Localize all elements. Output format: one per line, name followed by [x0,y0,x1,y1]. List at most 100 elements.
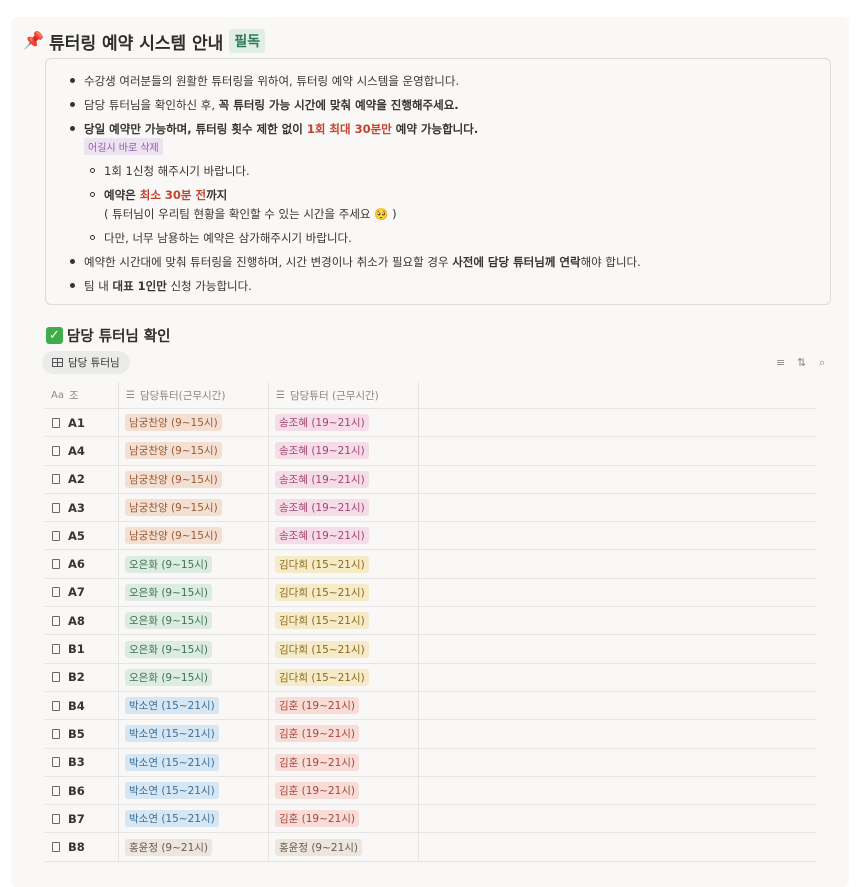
tutor2-cell[interactable]: 김다희 (15~21시) [275,664,369,691]
tutor1-cell[interactable]: 박소연 (15~21시) [125,720,219,747]
sort-icon[interactable]: ⇅ [797,356,806,369]
tutor2-tag: 김훈 (19~21시) [275,810,360,828]
tutor1-cell[interactable]: 홍윤정 (9~21시) [125,833,213,860]
tutor1-cell[interactable]: 남궁찬양 (9~15시) [125,522,222,549]
tutor1-cell[interactable]: 남궁찬양 (9~15시) [125,494,222,521]
tutor1-cell[interactable]: 박소연 (15~21시) [125,749,219,776]
tutor1-tag: 박소연 (15~21시) [125,725,219,743]
table-row[interactable]: B5 박소연 (15~21시) 김훈 (19~21시) [45,720,816,749]
tutor1-cell[interactable]: 남궁찬양 (9~15시) [125,437,222,464]
notice-line-5-tail: 신청 가능합니다. [166,279,252,293]
group-cell[interactable]: B6 [52,777,85,804]
group-cell[interactable]: B4 [52,692,85,719]
tutor2-cell[interactable]: 김다희 (15~21시) [275,579,369,606]
tutor1-cell[interactable]: 오은화 (9~15시) [125,607,213,634]
group-name: A3 [68,500,85,515]
tutor2-cell[interactable]: 송조혜 (19~21시) [275,494,369,521]
table-row[interactable]: A3 남궁찬양 (9~15시) 송조혜 (19~21시) [45,493,816,523]
tutor1-tag: 오은화 (9~15시) [125,640,213,658]
tutor2-cell[interactable]: 송조혜 (19~21시) [275,522,369,549]
sub-line-2-tail: 까지 [206,188,228,202]
group-name: B8 [68,840,85,855]
tutor2-cell[interactable]: 김훈 (19~21시) [275,805,360,832]
tutor1-cell[interactable]: 남궁찬양 (9~15시) [125,409,222,436]
group-cell[interactable]: A1 [52,409,85,436]
group-cell[interactable]: B2 [52,664,85,691]
tutor1-tag: 박소연 (15~21시) [125,753,219,771]
group-cell[interactable]: A7 [52,579,85,606]
group-cell[interactable]: A4 [52,437,85,464]
group-name: B6 [68,783,85,798]
table-row[interactable]: B3 박소연 (15~21시) 김훈 (19~21시) [45,748,816,777]
table-row[interactable]: A2 남궁찬양 (9~15시) 송조혜 (19~21시) [45,465,816,494]
table-row[interactable]: A7 오은화 (9~15시) 김다희 (15~21시) [45,578,816,608]
tutor2-cell[interactable]: 홍윤정 (9~21시) [275,833,363,860]
group-cell[interactable]: B1 [52,635,85,662]
tutor2-cell[interactable]: 김훈 (19~21시) [275,720,360,747]
filter-icon[interactable]: ≡ [776,356,785,369]
tutor1-cell[interactable]: 남궁찬양 (9~15시) [125,466,222,493]
column-divider [118,522,119,550]
tutor2-cell[interactable]: 송조혜 (19~21시) [275,409,369,436]
group-name: A2 [68,472,85,487]
tutor1-cell[interactable]: 오은화 (9~15시) [125,635,213,662]
table-row[interactable]: B4 박소연 (15~21시) 김훈 (19~21시) [45,691,816,721]
tutor2-cell[interactable]: 김훈 (19~21시) [275,777,360,804]
column-header-tutor1-label: 담당튜터(근무시간) [139,389,226,402]
column-divider [268,382,269,408]
table-row[interactable]: B2 오은화 (9~15시) 김다희 (15~21시) [45,663,816,692]
table-row[interactable]: A6 오은화 (9~15시) 김다희 (15~21시) [45,550,816,579]
tutor1-cell[interactable]: 오은화 (9~15시) [125,579,213,606]
group-cell[interactable]: A2 [52,466,85,493]
column-divider [268,578,269,607]
tutor2-cell[interactable]: 김다희 (15~21시) [275,635,369,662]
tutor1-cell[interactable]: 오은화 (9~15시) [125,550,213,577]
tutor2-cell[interactable]: 송조혜 (19~21시) [275,437,369,464]
sub-line-1: 1회 1신청 해주시기 바랍니다. [104,164,250,178]
group-cell[interactable]: A8 [52,607,85,634]
tutor1-cell[interactable]: 오은화 (9~15시) [125,664,213,691]
tutor1-cell[interactable]: 박소연 (15~21시) [125,692,219,719]
group-cell[interactable]: B3 [52,749,85,776]
notice-line-4-tail: 해야 합니다. [580,255,641,269]
table-row[interactable]: A4 남궁찬양 (9~15시) 송조혜 (19~21시) [45,437,816,466]
group-cell[interactable]: B5 [52,720,85,747]
column-header-group[interactable]: Aa 조 [51,382,79,408]
column-header-tutor2[interactable]: ☰ 담당튜터 (근무시간) [276,382,379,408]
column-divider [268,465,269,493]
tutor2-cell[interactable]: 김훈 (19~21시) [275,749,360,776]
group-cell[interactable]: A5 [52,522,85,549]
tutor2-tag: 송조혜 (19~21시) [275,470,369,488]
group-cell[interactable]: B7 [52,805,85,832]
table-row[interactable]: A1 남궁찬양 (9~15시) 송조혜 (19~21시) [45,409,816,438]
sub-bullet [90,168,95,173]
table-view-icon [52,358,63,367]
view-tab-tutors[interactable]: 담당 튜터님 [42,351,130,374]
table-row[interactable]: B7 박소연 (15~21시) 김훈 (19~21시) [45,805,816,834]
table-row[interactable]: A8 오은화 (9~15시) 김다희 (15~21시) [45,607,816,636]
tutor2-cell[interactable]: 김훈 (19~21시) [275,692,360,719]
notice-line-2-text: 담당 튜터님을 확인하신 후, [84,98,219,112]
group-cell[interactable]: A6 [52,550,85,577]
page-header: 📌 튜터링 예약 시스템 안내 필독 [23,28,266,54]
tutor1-cell[interactable]: 박소연 (15~21시) [125,777,219,804]
table-row[interactable]: B8 홍윤정 (9~21시) 홍윤정 (9~21시) [45,833,816,862]
group-cell[interactable]: B8 [52,833,85,860]
column-divider [118,691,119,720]
group-cell[interactable]: A3 [52,494,85,521]
must-read-badge: 필독 [229,29,266,53]
tutor2-cell[interactable]: 김다희 (15~21시) [275,607,369,634]
column-divider [418,550,419,578]
tutor2-cell[interactable]: 송조혜 (19~21시) [275,466,369,493]
tutor1-tag: 오은화 (9~15시) [125,612,213,630]
table-row[interactable]: A5 남궁찬양 (9~15시) 송조혜 (19~21시) [45,522,816,551]
tutor1-cell[interactable]: 박소연 (15~21시) [125,805,219,832]
table-row[interactable]: B6 박소연 (15~21시) 김훈 (19~21시) [45,776,816,806]
page-icon [52,559,60,570]
bullet-dot [70,78,75,83]
table-row[interactable]: B1 오은화 (9~15시) 김다희 (15~21시) [45,635,816,664]
tutor2-cell[interactable]: 김다희 (15~21시) [275,550,369,577]
search-icon[interactable]: ⌕ [819,356,825,370]
column-divider [418,437,419,465]
column-header-tutor1[interactable]: ☰ 담당튜터(근무시간) [126,382,225,408]
